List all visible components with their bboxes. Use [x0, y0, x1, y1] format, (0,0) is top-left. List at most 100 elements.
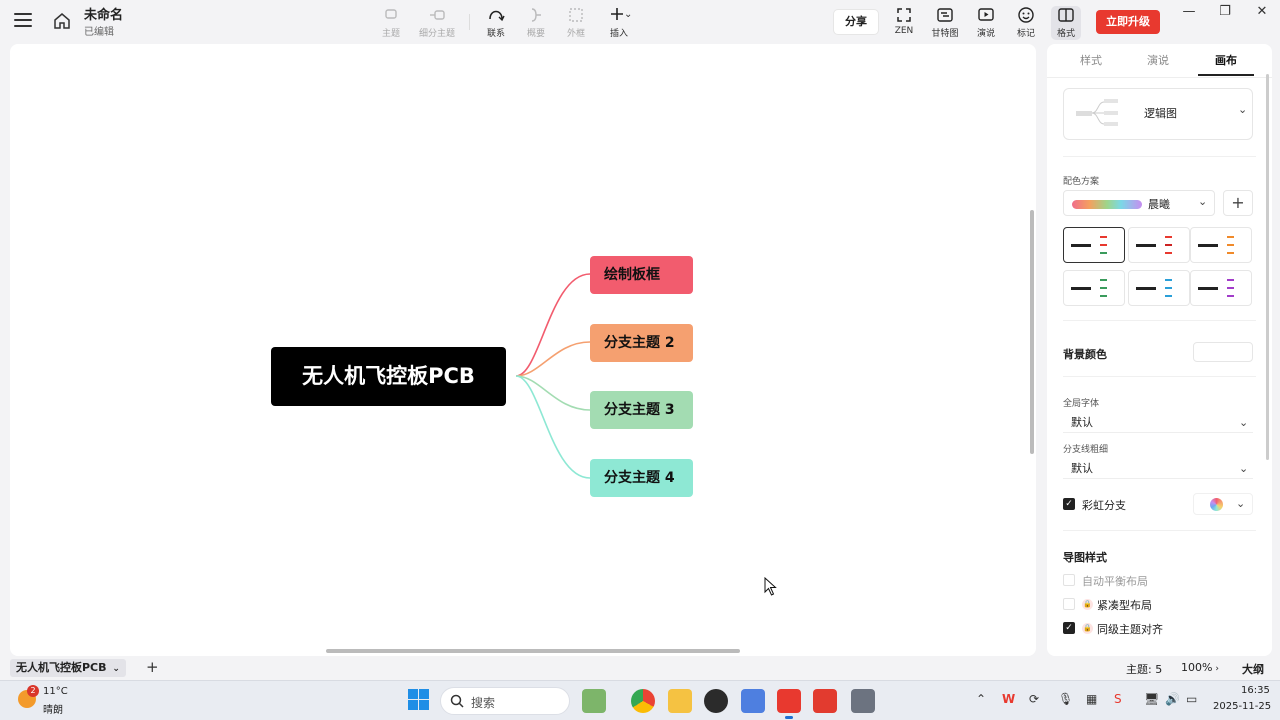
ime-icon[interactable]: ▦ [1086, 692, 1097, 706]
clock-time[interactable]: 16:35 [1241, 685, 1270, 696]
windows-taskbar: 2 11°C 晴朗 搜索 ⌃ W ⟳ 🎙 ▦ S 🖥 🔊 ▭ 16:35 202… [0, 680, 1280, 720]
restore-icon[interactable]: ❐ [1210, 2, 1240, 22]
global-font-select[interactable]: 默认 ⌄ [1063, 413, 1253, 433]
panel-scrollbar[interactable] [1266, 74, 1269, 460]
canvas-horizontal-scrollbar[interactable] [326, 649, 740, 653]
sync-icon[interactable]: ⟳ [1029, 692, 1039, 706]
branch-topic-2[interactable]: 分支主题 2 [590, 324, 693, 362]
microphone-icon[interactable]: 🎙 [1058, 692, 1073, 706]
theme-option-4[interactable] [1063, 270, 1125, 306]
panel-tabs: 样式 演说 画布 [1047, 44, 1272, 78]
global-font-value: 默认 [1071, 416, 1093, 429]
theme-option-5[interactable] [1128, 270, 1190, 306]
outline-button[interactable]: 大纲 [1242, 661, 1264, 677]
canvas-vertical-scrollbar[interactable] [1030, 210, 1034, 454]
document-title[interactable]: 未命名 [84, 4, 123, 23]
camera-icon[interactable] [851, 689, 875, 713]
connector-branch-1 [515, 273, 591, 377]
subtopic-button[interactable]: 细分主题 [411, 6, 463, 40]
auto-balance-checkbox[interactable] [1063, 574, 1075, 586]
weather-temperature[interactable]: 11°C [43, 686, 68, 697]
color-wheel-icon [1210, 498, 1223, 511]
theme-option-1[interactable] [1063, 227, 1125, 263]
widget-app-icon[interactable] [582, 689, 606, 713]
tab-present[interactable]: 演说 [1130, 52, 1186, 68]
wps-icon[interactable] [813, 689, 837, 713]
network-icon[interactable]: 🖥 [1144, 692, 1159, 706]
color-scheme-select[interactable]: 晨曦 ⌄ [1063, 190, 1215, 216]
map-style-label: 导图样式 [1063, 551, 1107, 564]
mindmap-canvas[interactable]: 无人机飞控板PCB 绘制板框 分支主题 2 分支主题 3 分支主题 4 [10, 44, 1036, 656]
structure-selector[interactable]: 逻辑图 ⌄ [1063, 88, 1253, 140]
marker-button[interactable]: 标记 [1001, 6, 1051, 40]
root-topic[interactable]: 无人机飞控板PCB [271, 347, 506, 406]
theme-option-6[interactable] [1190, 270, 1252, 306]
divider [1063, 530, 1256, 531]
color-scheme-label: 配色方案 [1063, 177, 1100, 187]
branch-topic-1[interactable]: 绘制板框 [590, 256, 693, 294]
file-explorer-icon[interactable] [668, 689, 692, 713]
remote-app-icon[interactable] [741, 689, 765, 713]
branch-width-label: 分支线粗细 [1063, 445, 1109, 455]
compact-layout-checkbox[interactable] [1063, 598, 1075, 610]
hamburger-menu-icon[interactable] [14, 13, 32, 27]
tab-style[interactable]: 样式 [1063, 52, 1119, 68]
add-sheet-icon[interactable]: + [146, 658, 159, 676]
topic-count: 主题: 5 [1126, 663, 1163, 676]
sogou-icon[interactable]: S [1114, 692, 1122, 706]
compact-layout-label: 紧凑型布局 [1097, 599, 1152, 612]
tray-expand-icon[interactable]: ⌃ [976, 692, 986, 706]
rainbow-branch-color-picker[interactable]: ⌄ [1193, 493, 1253, 515]
format-button[interactable]: 格式 [1051, 6, 1081, 40]
battery-icon[interactable]: ▭ [1186, 692, 1197, 706]
insert-button[interactable]: 插入 [594, 6, 644, 40]
taskbar-search[interactable]: 搜索 [440, 687, 570, 715]
rainbow-branch-label: 彩虹分支 [1082, 499, 1126, 512]
play-screen-icon [978, 8, 994, 21]
boundary-icon [569, 8, 583, 22]
minimize-icon[interactable]: — [1174, 2, 1204, 22]
branch-width-select[interactable]: 默认 ⌄ [1063, 459, 1253, 479]
search-icon [450, 694, 464, 708]
topic-icon [385, 9, 397, 19]
tab-canvas[interactable]: 画布 [1198, 52, 1254, 68]
rainbow-branch-checkbox[interactable]: ✓ [1063, 498, 1075, 510]
mouse-cursor-icon [764, 577, 777, 596]
theme-option-2[interactable] [1128, 227, 1190, 263]
divider [1063, 320, 1256, 321]
align-same-level-label: 同级主题对齐 [1097, 623, 1163, 636]
theme-option-3[interactable] [1190, 227, 1252, 263]
connector-branch-2 [515, 341, 591, 377]
wps-tray-icon[interactable]: W [1002, 692, 1015, 706]
share-button[interactable]: 分享 [834, 10, 878, 34]
active-app-indicator [785, 716, 793, 719]
color-scheme-name: 晨曦 [1148, 198, 1170, 211]
divider [1063, 376, 1256, 377]
chrome-icon[interactable] [631, 689, 655, 713]
weather-description[interactable]: 晴朗 [43, 701, 63, 716]
rainbow-swatch [1072, 200, 1142, 209]
align-same-level-checkbox[interactable]: ✓ [1063, 622, 1075, 634]
document-status: 已编辑 [84, 27, 114, 38]
obs-icon[interactable] [704, 689, 728, 713]
home-icon[interactable] [52, 11, 72, 31]
volume-icon[interactable]: 🔊 [1165, 692, 1180, 706]
sheet-tab[interactable]: 无人机飞控板PCB ⌄ [10, 659, 126, 677]
zoom-level[interactable]: 100% › [1181, 661, 1219, 674]
windows-start-icon[interactable] [408, 689, 430, 711]
logic-chart-thumbnail-icon [1076, 99, 1118, 126]
format-panel: 样式 演说 画布 逻辑图 ⌄ 配色方案 晨曦 ⌄ + 背景颜色 全局字体 默认 … [1047, 44, 1272, 656]
topic-button[interactable]: 主题 [366, 6, 416, 40]
clock-date[interactable]: 2025-11-25 [1213, 701, 1271, 712]
close-icon[interactable]: ✕ [1247, 2, 1277, 22]
upgrade-button[interactable]: 立即升级 [1096, 10, 1160, 34]
insert-chevron-down-icon[interactable]: ⌄ [624, 9, 632, 20]
branch-topic-4[interactable]: 分支主题 4 [590, 459, 693, 497]
lock-icon: 🔒 [1082, 599, 1093, 610]
bg-color-label: 背景颜色 [1063, 348, 1107, 361]
add-scheme-button[interactable]: + [1223, 190, 1253, 216]
bg-color-swatch[interactable] [1193, 342, 1253, 362]
chevron-down-icon: ⌄ [1239, 462, 1249, 475]
branch-topic-3[interactable]: 分支主题 3 [590, 391, 693, 429]
xmind-icon[interactable] [777, 689, 801, 713]
